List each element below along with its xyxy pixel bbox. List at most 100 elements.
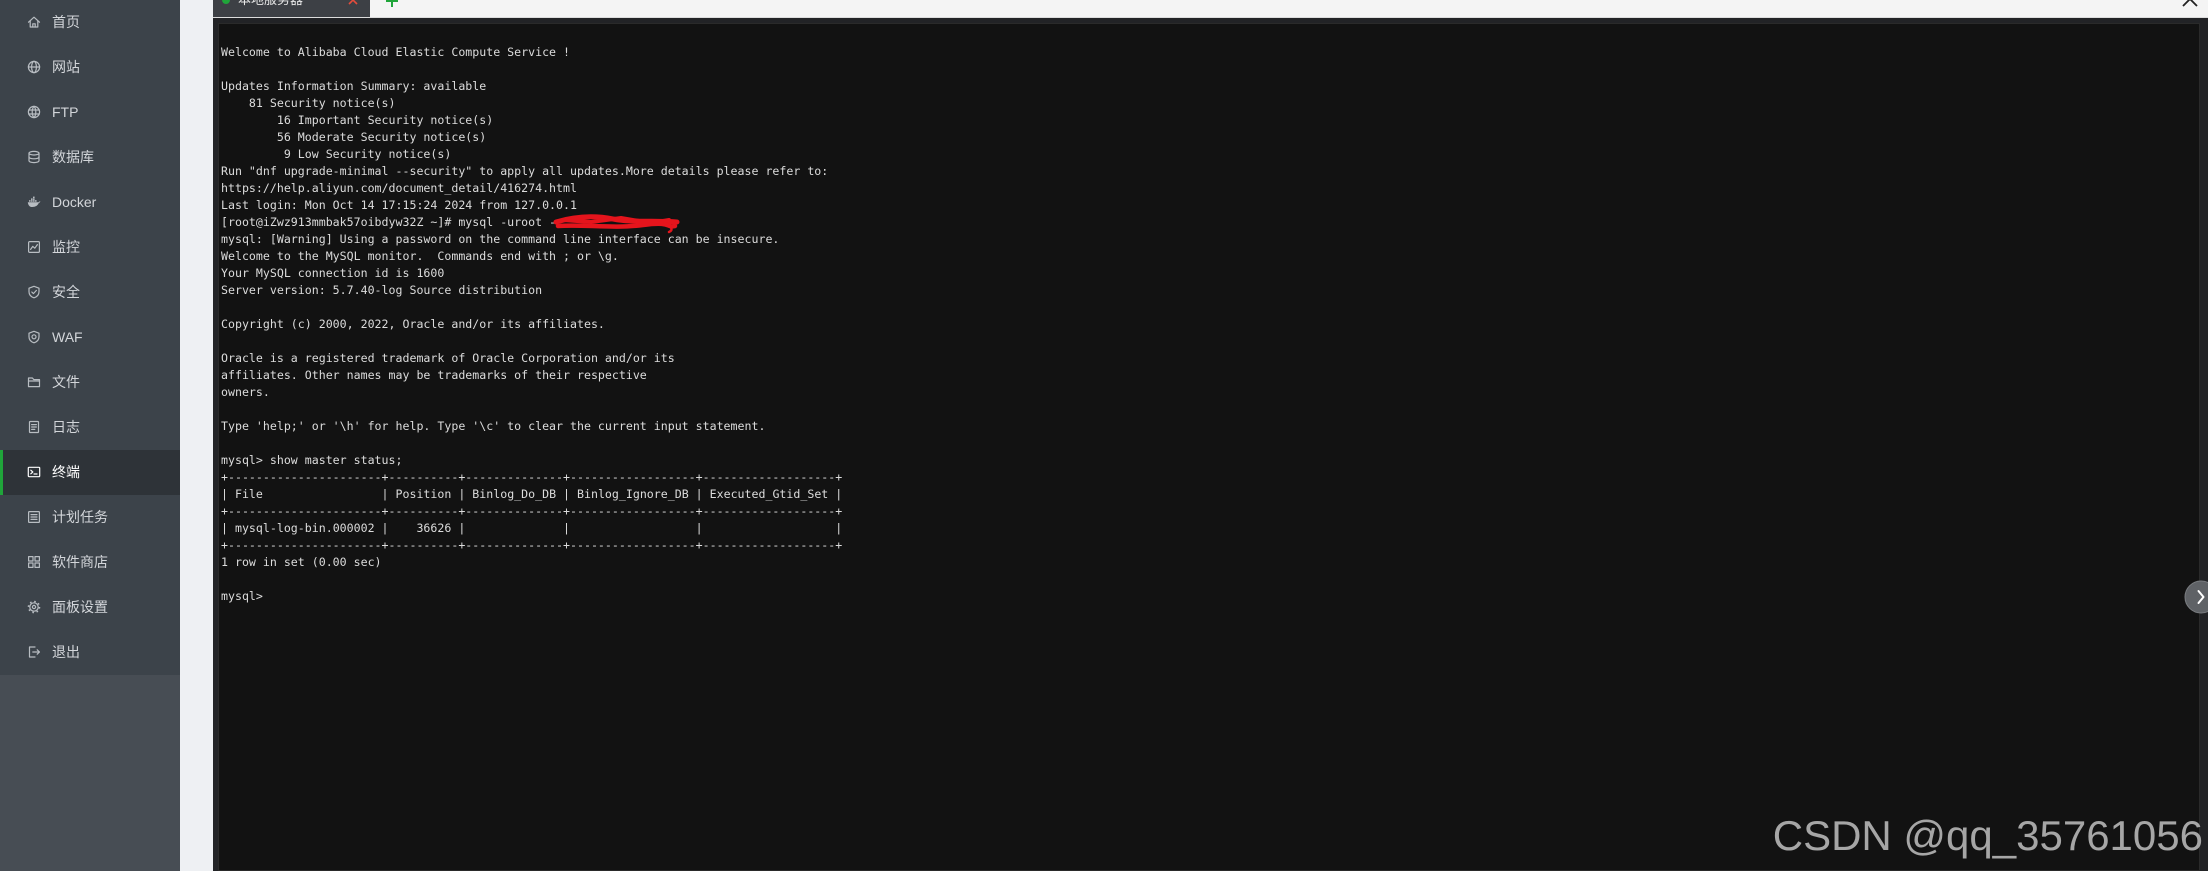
sidebar-item-label: WAF <box>52 329 83 345</box>
sidebar-item-label: FTP <box>52 104 79 120</box>
table-cell <box>472 520 556 537</box>
sidebar-item-app-store[interactable]: 软件商店 <box>0 540 180 585</box>
terminal-output: Welcome to Alibaba Cloud Elastic Compute… <box>221 44 842 605</box>
sidebar-item-logout[interactable]: 退出 <box>0 630 180 675</box>
sidebar-item-label: 软件商店 <box>52 554 108 570</box>
sidebar-item-label: 退出 <box>52 644 80 660</box>
terminal-line: [root@iZwz913mmbak57oibdyw32Z ~]# mysql … <box>221 214 557 229</box>
status-dot <box>222 0 230 4</box>
shield-icon <box>28 285 40 299</box>
sidebar-menu: 首页 网站 FTP 数据库 Docker 监控 安全 WAF 文件 日志 终端 … <box>0 0 180 675</box>
sidebar-item-security[interactable]: 安全 <box>0 270 180 315</box>
sidebar-item-docker[interactable]: Docker <box>0 180 180 225</box>
terminal-line: Last login: Mon Oct 14 17:15:24 2024 fro… <box>221 197 577 212</box>
folder-icon <box>27 377 41 388</box>
table-border: +----------------------+----------+-----… <box>221 469 843 484</box>
sidebar-item-label: 监控 <box>52 239 80 255</box>
tab-local-server[interactable]: 本地服务器 <box>213 0 370 17</box>
terminal-line: 9 Low Security notice(s) <box>221 146 452 161</box>
sidebar-item-monitor[interactable]: 监控 <box>0 225 180 270</box>
sidebar-item-label: 日志 <box>52 419 80 435</box>
terminal-line: 1 row in set (0.00 sec) <box>221 554 382 569</box>
tab-label: 本地服务器 <box>238 0 303 9</box>
sidebar-item-label: 终端 <box>52 464 80 480</box>
redaction-scribble <box>553 214 680 234</box>
terminal-frame: Welcome to Alibaba Cloud Elastic Compute… <box>213 18 2208 871</box>
sidebar-item-cron[interactable]: 计划任务 <box>0 495 180 540</box>
sidebar-item-label: 首页 <box>52 14 80 30</box>
terminal-line: Server version: 5.7.40-log Source distri… <box>221 282 543 297</box>
sidebar-item-waf[interactable]: WAF <box>0 315 180 360</box>
sidebar-item-label: 面板设置 <box>52 599 108 615</box>
sidebar-item-website[interactable]: 网站 <box>0 45 180 90</box>
sidebar-item-ftp[interactable]: FTP <box>0 90 180 135</box>
sidebar-item-label: 文件 <box>52 374 80 390</box>
terminal-line: Welcome to Alibaba Cloud Elastic Compute… <box>221 44 571 59</box>
terminal-line: Run "dnf upgrade-minimal --security" to … <box>221 163 829 178</box>
table-row: | mysql-log-bin.000002 | 36626 | | | | <box>221 520 843 537</box>
sidebar-item-home[interactable]: 首页 <box>0 0 180 45</box>
terminal-line: mysql> <box>221 588 270 603</box>
globe-icon <box>27 60 41 74</box>
table-header-cell: Binlog_Do_DB <box>472 486 557 501</box>
table-border: +----------------------+----------+-----… <box>221 503 843 518</box>
sidebar-item-label: 网站 <box>52 59 80 75</box>
tab-close-button[interactable] <box>348 0 358 5</box>
ftp-icon <box>27 105 41 119</box>
table-cell: 36626 <box>416 520 452 535</box>
sidebar-item-database[interactable]: 数据库 <box>0 135 180 180</box>
watermark: CSDN @qq_35761056 <box>1772 812 2203 859</box>
table-header-row: | File | Position | Binlog_Do_DB | Binlo… <box>221 486 843 501</box>
terminal-line: Oracle is a registered trademark of Orac… <box>221 350 675 365</box>
terminal-line: https://help.aliyun.com/document_detail/… <box>221 180 577 195</box>
terminal-line: Type 'help;' or '\h' for help. Type '\c'… <box>221 418 766 433</box>
table-cell <box>577 520 689 537</box>
terminal-line: owners. <box>221 384 270 399</box>
terminal-line: 81 Security notice(s) <box>221 95 396 110</box>
terminal-line: 56 Moderate Security notice(s) <box>221 129 487 144</box>
close-terminal-button[interactable] <box>2181 0 2199 8</box>
home-icon <box>27 16 41 28</box>
app-store-icon <box>28 556 41 569</box>
sidebar-item-logs[interactable]: 日志 <box>0 405 180 450</box>
table-border: +----------------------+----------+-----… <box>221 537 843 552</box>
terminal-line: Updates Information Summary: available <box>221 78 487 93</box>
sidebar-item-label: 数据库 <box>52 149 94 165</box>
cron-icon <box>28 511 41 524</box>
side-panel-toggle-button[interactable] <box>2184 580 2208 614</box>
log-icon <box>28 420 40 434</box>
settings-icon <box>27 600 41 614</box>
database-icon <box>28 150 40 164</box>
docker-icon <box>27 196 41 207</box>
terminal-line: mysql: [Warning] Using a password on the… <box>221 231 780 246</box>
terminal-tab-bar: 本地服务器 <box>213 0 2208 18</box>
terminal-line: Welcome to the MySQL monitor. Commands e… <box>221 248 619 263</box>
waf-icon <box>28 330 40 344</box>
sidebar-item-label: Docker <box>52 194 97 210</box>
terminal-line: affiliates. Other names may be trademark… <box>221 367 647 382</box>
sidebar-item-terminal[interactable]: 终端 <box>0 450 180 495</box>
table-header-cell: Binlog_Ignore_DB <box>577 486 689 501</box>
terminal-line: 16 Important Security notice(s) <box>221 112 494 127</box>
terminal-window[interactable]: Welcome to Alibaba Cloud Elastic Compute… <box>218 23 2200 871</box>
sidebar-item-files[interactable]: 文件 <box>0 360 180 405</box>
table-header-cell: File <box>234 486 263 501</box>
terminal-line: Your MySQL connection id is 1600 <box>221 265 445 280</box>
sidebar-item-label: 计划任务 <box>52 509 108 525</box>
add-tab-button[interactable] <box>386 0 398 7</box>
terminal-line: Copyright (c) 2000, 2022, Oracle and/or … <box>221 316 605 331</box>
table-header-cell: Executed_Gtid_Set <box>709 486 829 501</box>
table-header-cell: Position <box>395 486 452 501</box>
sidebar: 首页 网站 FTP 数据库 Docker 监控 安全 WAF 文件 日志 终端 … <box>0 0 180 871</box>
terminal-line: mysql> show master status; <box>221 452 403 467</box>
sidebar-item-panel-settings[interactable]: 面板设置 <box>0 585 180 630</box>
table-cell <box>710 520 829 537</box>
sidebar-item-label: 安全 <box>52 284 80 300</box>
monitor-icon <box>28 241 41 254</box>
